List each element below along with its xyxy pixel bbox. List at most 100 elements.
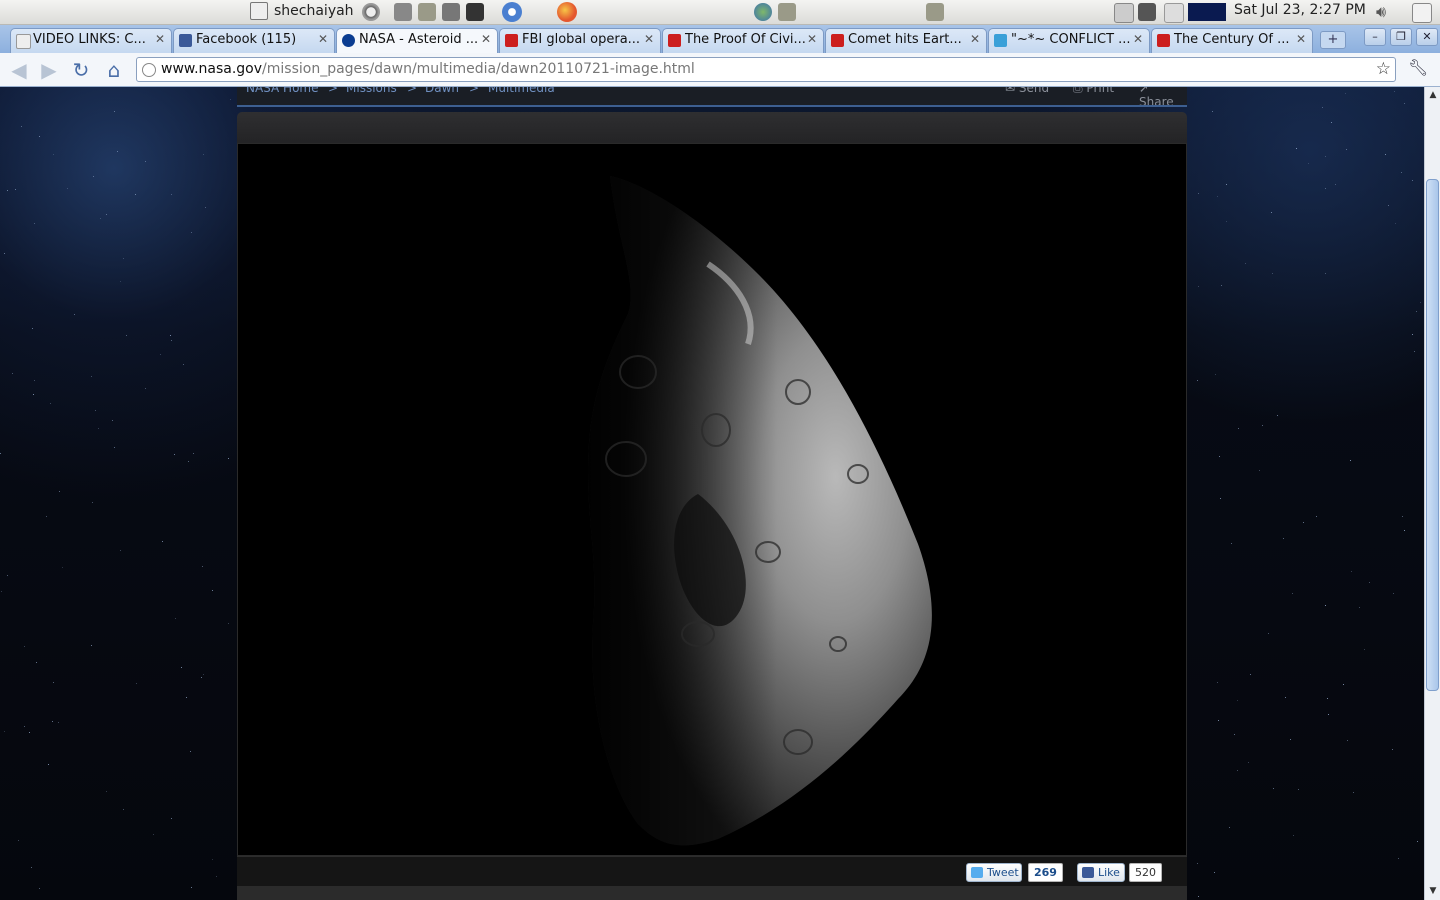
star-dot — [15, 188, 17, 190]
folder-icon[interactable] — [926, 3, 944, 21]
user-menu[interactable]: shechaiyah — [250, 2, 354, 20]
star-dot — [135, 682, 137, 684]
share-icon: ➚ — [1139, 87, 1150, 95]
wrench-menu-icon[interactable]: 🔧︎ — [1408, 58, 1428, 77]
tab-fbi-global[interactable]: FBI global opera... ✕ — [499, 28, 661, 53]
send-link[interactable]: ✉ Send — [1005, 87, 1049, 95]
new-tab-button[interactable]: + — [1320, 31, 1346, 49]
star-dot — [204, 206, 206, 208]
star-dot — [1293, 835, 1295, 837]
bookmark-star-icon[interactable]: ☆ — [1376, 58, 1391, 81]
globe-icon[interactable] — [754, 3, 772, 21]
star-dot — [1238, 427, 1240, 429]
settings-icon[interactable] — [442, 3, 460, 21]
star-dot — [1221, 285, 1223, 287]
asteroid-vesta-image[interactable] — [238, 144, 1186, 855]
star-dot — [1198, 286, 1200, 288]
star-dot — [1211, 110, 1213, 112]
send-icon: ✉ — [1005, 87, 1019, 95]
edit-icon[interactable] — [1164, 3, 1184, 23]
star-dot — [1420, 302, 1422, 304]
star-dot — [1283, 537, 1285, 539]
window-close-button[interactable]: ✕ — [1416, 28, 1438, 46]
close-icon[interactable]: ✕ — [807, 32, 817, 46]
close-icon[interactable]: ✕ — [644, 32, 654, 46]
close-icon[interactable]: ✕ — [481, 32, 491, 46]
monitor-icon[interactable] — [1138, 3, 1156, 21]
star-dot — [202, 566, 204, 568]
star-dot — [202, 154, 204, 156]
breadcrumb-multimedia[interactable]: Multimedia — [488, 87, 555, 95]
close-icon[interactable]: ✕ — [970, 32, 980, 46]
vertical-scrollbar[interactable]: ▲ ▼ — [1424, 87, 1440, 900]
star-dot — [28, 731, 30, 733]
url-host: www.nasa.gov — [161, 61, 263, 77]
star-dot — [1272, 788, 1274, 790]
address-bar[interactable]: www.nasa.gov/mission_pages/dawn/multimed… — [136, 57, 1396, 82]
facebook-icon — [179, 34, 192, 47]
system-top-panel: shechaiyah Sat Jul 23, 2:27 PM 🔊︎ — [0, 0, 1440, 25]
network-icon[interactable] — [394, 3, 412, 21]
star-dot — [113, 110, 115, 112]
terminal-icon[interactable] — [466, 3, 484, 21]
facebook-like-button[interactable]: Like — [1077, 863, 1125, 882]
star-dot — [1261, 424, 1263, 426]
star-dot — [145, 161, 146, 163]
breadcrumb-missions[interactable]: Missions — [346, 87, 397, 95]
star-dot — [1321, 106, 1323, 108]
star-dot — [1231, 542, 1233, 544]
skype-icon — [994, 34, 1007, 47]
tab-facebook[interactable]: Facebook (115) ✕ — [173, 28, 335, 53]
youtube-icon — [1157, 34, 1170, 47]
breadcrumb-nasa-home[interactable]: NASA Home — [246, 87, 319, 95]
clock[interactable]: Sat Jul 23, 2:27 PM — [1234, 2, 1366, 18]
tweet-button[interactable]: Tweet — [966, 863, 1022, 882]
page-info-icon[interactable] — [142, 63, 156, 77]
tab-conflict[interactable]: "~*~ CONFLICT ... ✕ — [988, 28, 1150, 53]
close-icon[interactable]: ✕ — [1296, 32, 1306, 46]
mail-icon[interactable] — [1412, 3, 1432, 23]
star-dot — [23, 726, 25, 728]
print-link[interactable]: ⎙ Print — [1073, 87, 1114, 96]
star-dot — [1413, 351, 1415, 353]
folder-icon[interactable] — [778, 3, 796, 21]
star-dot — [1215, 373, 1217, 375]
reload-button[interactable]: ↻ — [70, 59, 92, 81]
star-dot — [1268, 633, 1270, 635]
close-icon[interactable]: ✕ — [1133, 32, 1143, 46]
star-dot — [39, 136, 41, 138]
scroll-up-icon[interactable]: ▲ — [1427, 89, 1439, 101]
breadcrumb-dawn[interactable]: Dawn — [425, 87, 459, 95]
tab-strip: VIDEO LINKS: C... ✕ Facebook (115) ✕ NAS… — [0, 25, 1440, 54]
minimize-button[interactable]: – — [1364, 28, 1386, 46]
tab-proof-of-civilization[interactable]: The Proof Of Civi... ✕ — [662, 28, 824, 53]
volume-icon[interactable]: 🔊︎ — [1376, 3, 1394, 21]
tab-nasa-asteroid[interactable]: NASA - Asteroid ... ✕ — [336, 28, 498, 54]
scroll-down-icon[interactable]: ▼ — [1427, 885, 1439, 897]
tab-comet-hits-earth[interactable]: Comet hits Eart... ✕ — [825, 28, 987, 53]
home-button[interactable]: ⌂ — [103, 59, 125, 81]
star-dot — [1411, 180, 1413, 182]
star-dot — [1328, 713, 1330, 715]
tab-century-of[interactable]: The Century Of ... ✕ — [1151, 28, 1313, 53]
star-dot — [202, 673, 204, 675]
printer-icon[interactable] — [1114, 3, 1134, 23]
system-monitor-icon[interactable] — [1188, 3, 1226, 21]
close-icon[interactable]: ✕ — [318, 32, 328, 46]
share-link[interactable]: ➚ Share — [1139, 87, 1187, 105]
chromium-icon[interactable] — [502, 2, 522, 22]
user-icon — [250, 2, 268, 20]
folder-icon[interactable] — [418, 3, 436, 21]
star-dot — [170, 194, 172, 196]
close-icon[interactable]: ✕ — [155, 32, 165, 46]
tab-video-links[interactable]: VIDEO LINKS: C... ✕ — [10, 28, 172, 53]
power-icon[interactable] — [362, 3, 380, 21]
scroll-thumb[interactable] — [1426, 179, 1439, 691]
star-dot — [114, 447, 116, 449]
back-button[interactable]: ◀ — [8, 59, 30, 81]
star-dot — [1291, 593, 1293, 595]
star-dot — [1247, 762, 1249, 764]
maximize-button[interactable]: ❐ — [1390, 28, 1412, 46]
forward-button[interactable]: ▶ — [38, 59, 60, 81]
firefox-icon[interactable] — [557, 2, 577, 22]
